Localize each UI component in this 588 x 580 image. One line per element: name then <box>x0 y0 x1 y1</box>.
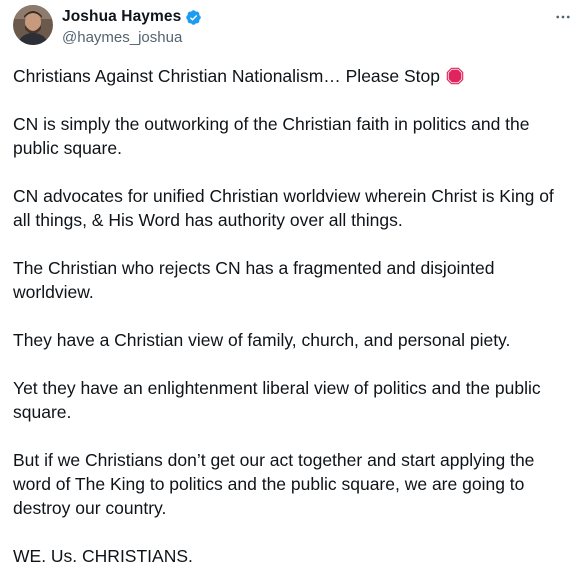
tweet-paragraph: But if we Christians don’t get our act t… <box>13 450 535 518</box>
tweet-paragraph: WE. Us. CHRISTIANS. <box>13 546 193 566</box>
avatar-image <box>13 5 53 45</box>
author-name-row: Joshua Haymes <box>62 6 202 28</box>
display-name[interactable]: Joshua Haymes <box>62 8 181 26</box>
avatar[interactable] <box>13 5 53 45</box>
tweet-text: Christians Against Christian Nationalism… <box>13 64 573 568</box>
tweet: Joshua Haymes @haymes_joshua Christians … <box>0 0 588 580</box>
more-options-button[interactable] <box>552 6 574 28</box>
author-handle[interactable]: @haymes_joshua <box>62 29 182 46</box>
tweet-paragraph-text: Christians Against Christian Nationalism… <box>13 66 440 86</box>
tweet-paragraph: CN is simply the outworking of the Chris… <box>13 114 530 158</box>
tweet-paragraph: Yet they have an enlightenment liberal v… <box>13 378 541 422</box>
tweet-paragraph: Christians Against Christian Nationalism… <box>13 64 573 88</box>
stop-sign-icon <box>446 67 464 85</box>
tweet-paragraph: The Christian who rejects CN has a fragm… <box>13 258 495 302</box>
tweet-paragraph: CN advocates for unified Christian world… <box>13 186 554 230</box>
tweet-paragraph: They have a Christian view of family, ch… <box>13 330 511 350</box>
verified-badge-icon <box>186 9 202 25</box>
more-horizontal-icon <box>556 15 570 19</box>
